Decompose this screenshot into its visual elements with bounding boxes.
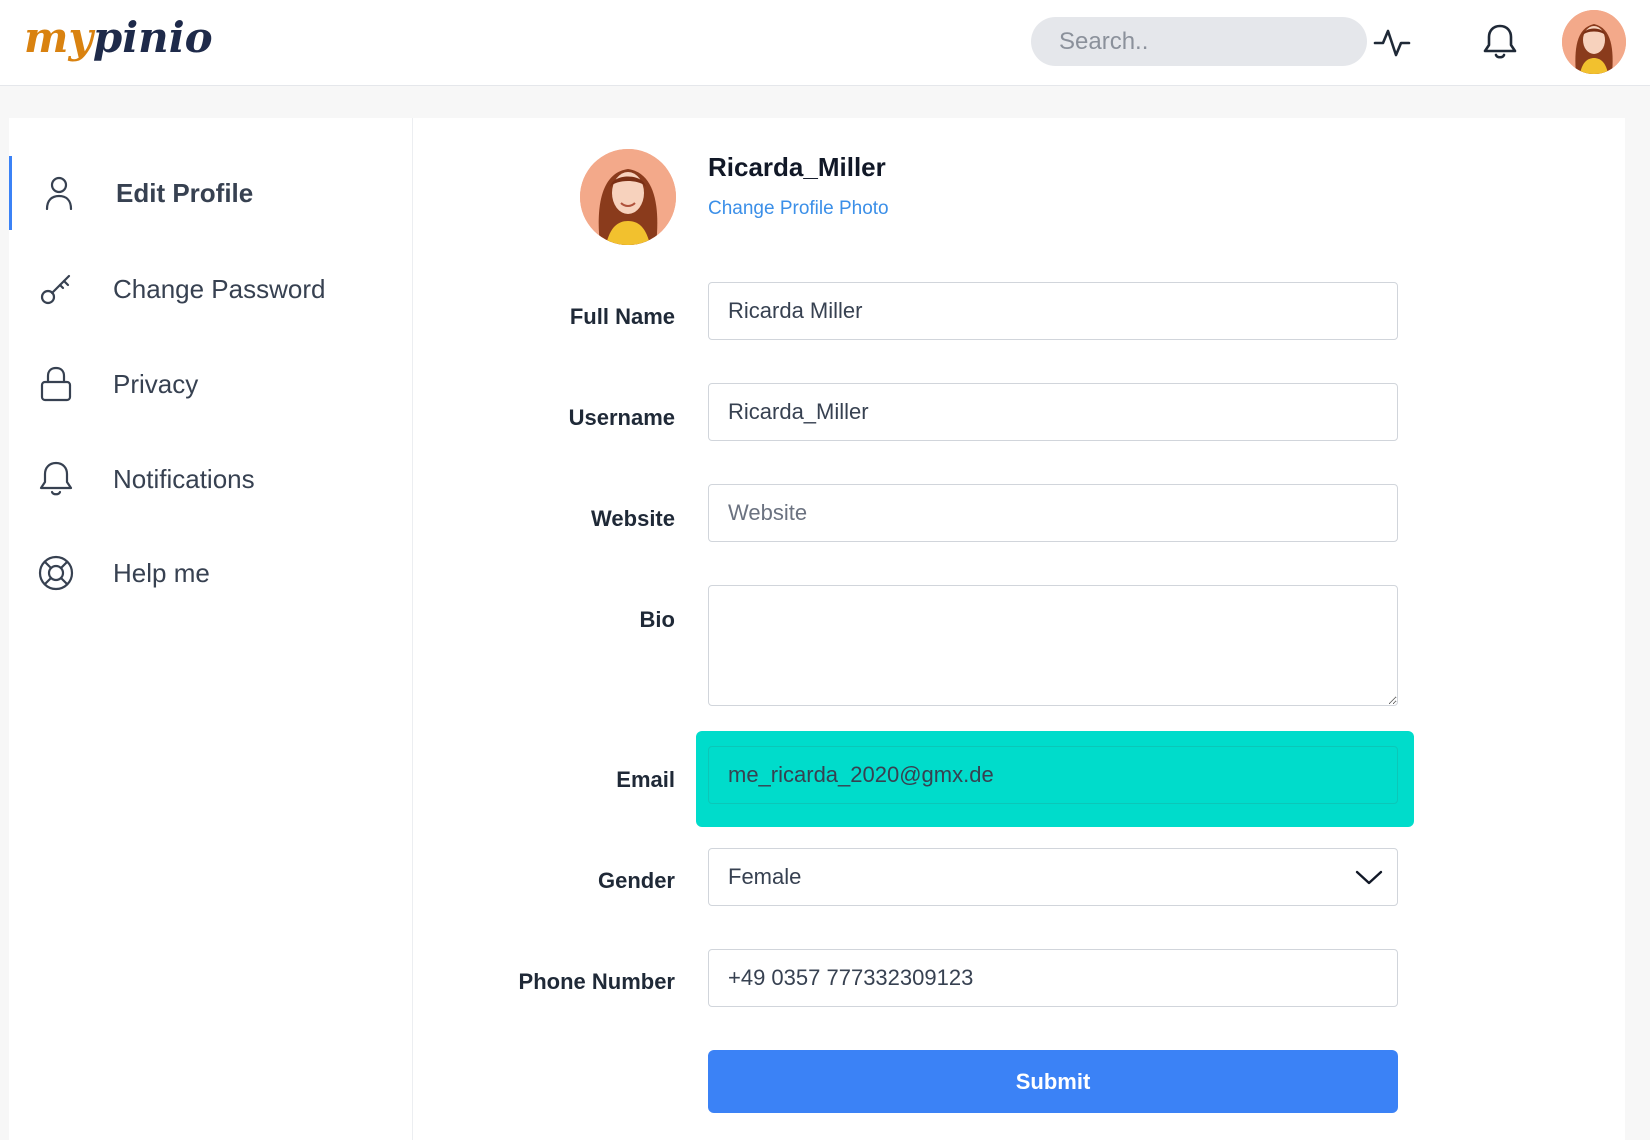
mypinio-logo[interactable]: mypinio xyxy=(24,8,213,68)
top-navbar: mypinio xyxy=(0,0,1650,86)
sidebar-item-change-password[interactable]: Change Password xyxy=(9,252,413,326)
key-icon xyxy=(36,269,76,309)
settings-sidebar: Edit Profile Change Password Privacy Not… xyxy=(9,118,413,1140)
sidebar-item-label: Privacy xyxy=(113,368,199,399)
settings-panel: Edit Profile Change Password Privacy Not… xyxy=(9,118,1625,1140)
email-input[interactable] xyxy=(708,746,1398,804)
user-icon xyxy=(39,173,79,213)
bio-label: Bio xyxy=(639,607,675,632)
chevron-down-icon xyxy=(1355,863,1383,896)
sidebar-item-notifications[interactable]: Notifications xyxy=(9,442,413,516)
lock-icon xyxy=(36,364,76,404)
search-input[interactable] xyxy=(1031,17,1367,66)
bell-icon[interactable] xyxy=(1480,22,1520,62)
full-name-input[interactable] xyxy=(708,282,1398,340)
profile-avatar[interactable] xyxy=(580,149,676,245)
gender-selected-value: Female xyxy=(728,864,802,889)
lifebuoy-icon xyxy=(36,553,76,593)
user-avatar[interactable] xyxy=(1562,10,1626,74)
sidebar-item-label: Notifications xyxy=(113,463,255,494)
username-label: Username xyxy=(568,405,675,430)
phone-input[interactable] xyxy=(708,949,1398,1007)
logo-text-my: my xyxy=(24,13,93,62)
gender-select[interactable]: Female xyxy=(708,848,1398,906)
sidebar-item-label: Change Password xyxy=(113,273,326,304)
website-label: Website xyxy=(591,506,675,531)
website-input[interactable] xyxy=(708,484,1398,542)
gender-label: Gender xyxy=(597,868,675,893)
email-label: Email xyxy=(616,767,675,792)
bell-icon xyxy=(36,459,76,499)
activity-icon[interactable] xyxy=(1372,22,1412,62)
sidebar-item-edit-profile[interactable]: Edit Profile xyxy=(9,156,413,230)
phone-label: Phone Number xyxy=(518,969,675,994)
submit-button[interactable]: Submit xyxy=(708,1050,1398,1113)
profile-username: Ricarda_Miller xyxy=(708,152,886,182)
change-profile-photo-link[interactable]: Change Profile Photo xyxy=(708,198,889,220)
bio-textarea[interactable] xyxy=(708,585,1398,706)
logo-text-pinio: pinio xyxy=(92,13,213,62)
sidebar-item-label: Help me xyxy=(113,557,210,588)
full-name-label: Full Name xyxy=(569,304,675,329)
sidebar-item-privacy[interactable]: Privacy xyxy=(9,347,413,421)
username-input[interactable] xyxy=(708,383,1398,441)
sidebar-item-label: Edit Profile xyxy=(116,177,254,208)
sidebar-item-help[interactable]: Help me xyxy=(9,536,413,610)
